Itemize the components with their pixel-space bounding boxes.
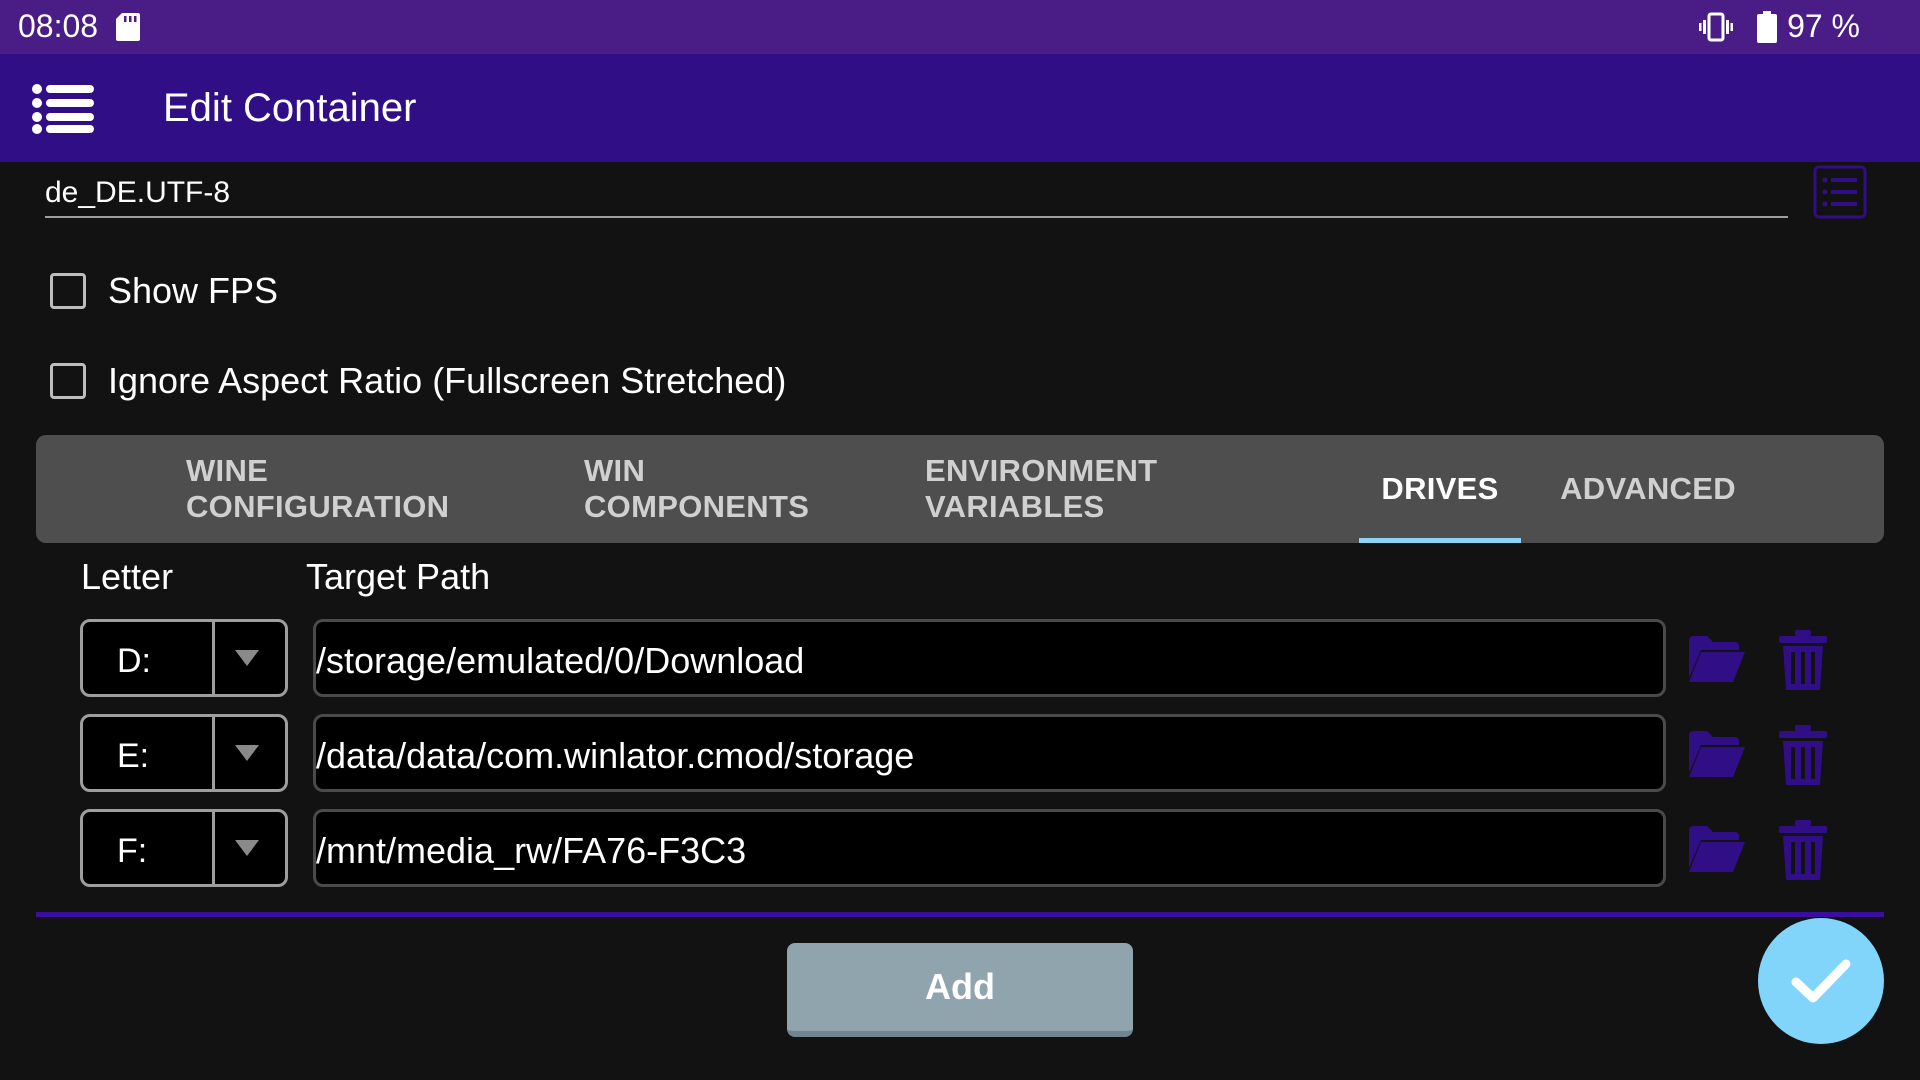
trash-icon[interactable] bbox=[1777, 725, 1829, 785]
drive-letter-value: D: bbox=[117, 642, 151, 680]
checkbox-label: Show FPS bbox=[108, 270, 279, 311]
drive-letter-value: E: bbox=[117, 737, 150, 775]
drive-letter-select[interactable]: D: bbox=[80, 619, 288, 697]
tab-wine-configuration[interactable]: WINE CONFIGURATION bbox=[186, 435, 486, 543]
app-bar: Edit Container bbox=[0, 54, 1920, 162]
dropdown-arrow-icon bbox=[235, 650, 259, 666]
tab-advanced[interactable]: ADVANCED bbox=[1538, 435, 1758, 543]
drive-letter-select[interactable]: F: bbox=[80, 809, 288, 887]
select-divider bbox=[212, 717, 215, 789]
trash-icon[interactable] bbox=[1777, 630, 1829, 690]
drive-path-input[interactable]: /data/data/com.winlator.cmod/storage bbox=[313, 714, 1666, 792]
letter-column-header: Letter bbox=[81, 556, 174, 597]
drive-path-value: /mnt/media_rw/FA76-F3C3 bbox=[316, 830, 747, 871]
tab-win-components[interactable]: WIN COMPONENTS bbox=[584, 435, 838, 543]
drive-letter-value: F: bbox=[117, 832, 148, 870]
check-icon bbox=[1791, 959, 1851, 1003]
dropdown-arrow-icon bbox=[235, 840, 259, 856]
tab-bar: WINE CONFIGURATION WIN COMPONENTS ENVIRO… bbox=[36, 435, 1884, 543]
drive-path-value: /data/data/com.winlator.cmod/storage bbox=[316, 735, 915, 776]
checkbox-box[interactable] bbox=[50, 363, 86, 399]
folder-icon[interactable] bbox=[1687, 729, 1745, 779]
page-title: Edit Container bbox=[163, 86, 417, 130]
folder-icon[interactable] bbox=[1687, 634, 1745, 684]
tab-drives[interactable]: DRIVES bbox=[1359, 435, 1521, 543]
menu-icon[interactable] bbox=[32, 84, 94, 134]
select-divider bbox=[212, 812, 215, 884]
confirm-button[interactable] bbox=[1758, 918, 1884, 1044]
drive-letter-select[interactable]: E: bbox=[80, 714, 288, 792]
tab-environment-variables[interactable]: ENVIRONMENT VARIABLES bbox=[925, 435, 1299, 543]
battery-icon bbox=[1757, 10, 1778, 43]
ignore-aspect-ratio-checkbox[interactable]: Ignore Aspect Ratio (Fullscreen Stretche… bbox=[50, 360, 786, 402]
locale-underline bbox=[45, 216, 1788, 218]
section-divider bbox=[36, 912, 1884, 917]
drive-path-value: /storage/emulated/0/Download bbox=[316, 640, 805, 681]
list-icon[interactable] bbox=[1813, 165, 1867, 219]
status-bar: 08:08 97 % bbox=[0, 0, 1920, 54]
status-time: 08:08 bbox=[18, 8, 99, 44]
add-drive-button[interactable]: Add bbox=[787, 943, 1133, 1037]
dropdown-arrow-icon bbox=[235, 745, 259, 761]
vibrate-icon bbox=[1699, 12, 1734, 41]
locale-field[interactable]: de_DE.UTF-8 bbox=[45, 176, 230, 210]
drive-path-input[interactable]: /storage/emulated/0/Download bbox=[313, 619, 1666, 697]
drive-path-input[interactable]: /mnt/media_rw/FA76-F3C3 bbox=[313, 809, 1666, 887]
checkbox-label: Ignore Aspect Ratio (Fullscreen Stretche… bbox=[108, 360, 787, 401]
target-path-column-header: Target Path bbox=[306, 556, 491, 597]
checkbox-box[interactable] bbox=[50, 273, 86, 309]
trash-icon[interactable] bbox=[1777, 820, 1829, 880]
tab-active-indicator bbox=[1359, 538, 1521, 543]
status-right: 97 % bbox=[1699, 8, 1860, 45]
sd-card-icon bbox=[116, 13, 140, 41]
folder-icon[interactable] bbox=[1687, 824, 1745, 874]
select-divider bbox=[212, 622, 215, 694]
show-fps-checkbox[interactable]: Show FPS bbox=[50, 270, 278, 312]
battery-percent: 97 % bbox=[1787, 8, 1860, 44]
